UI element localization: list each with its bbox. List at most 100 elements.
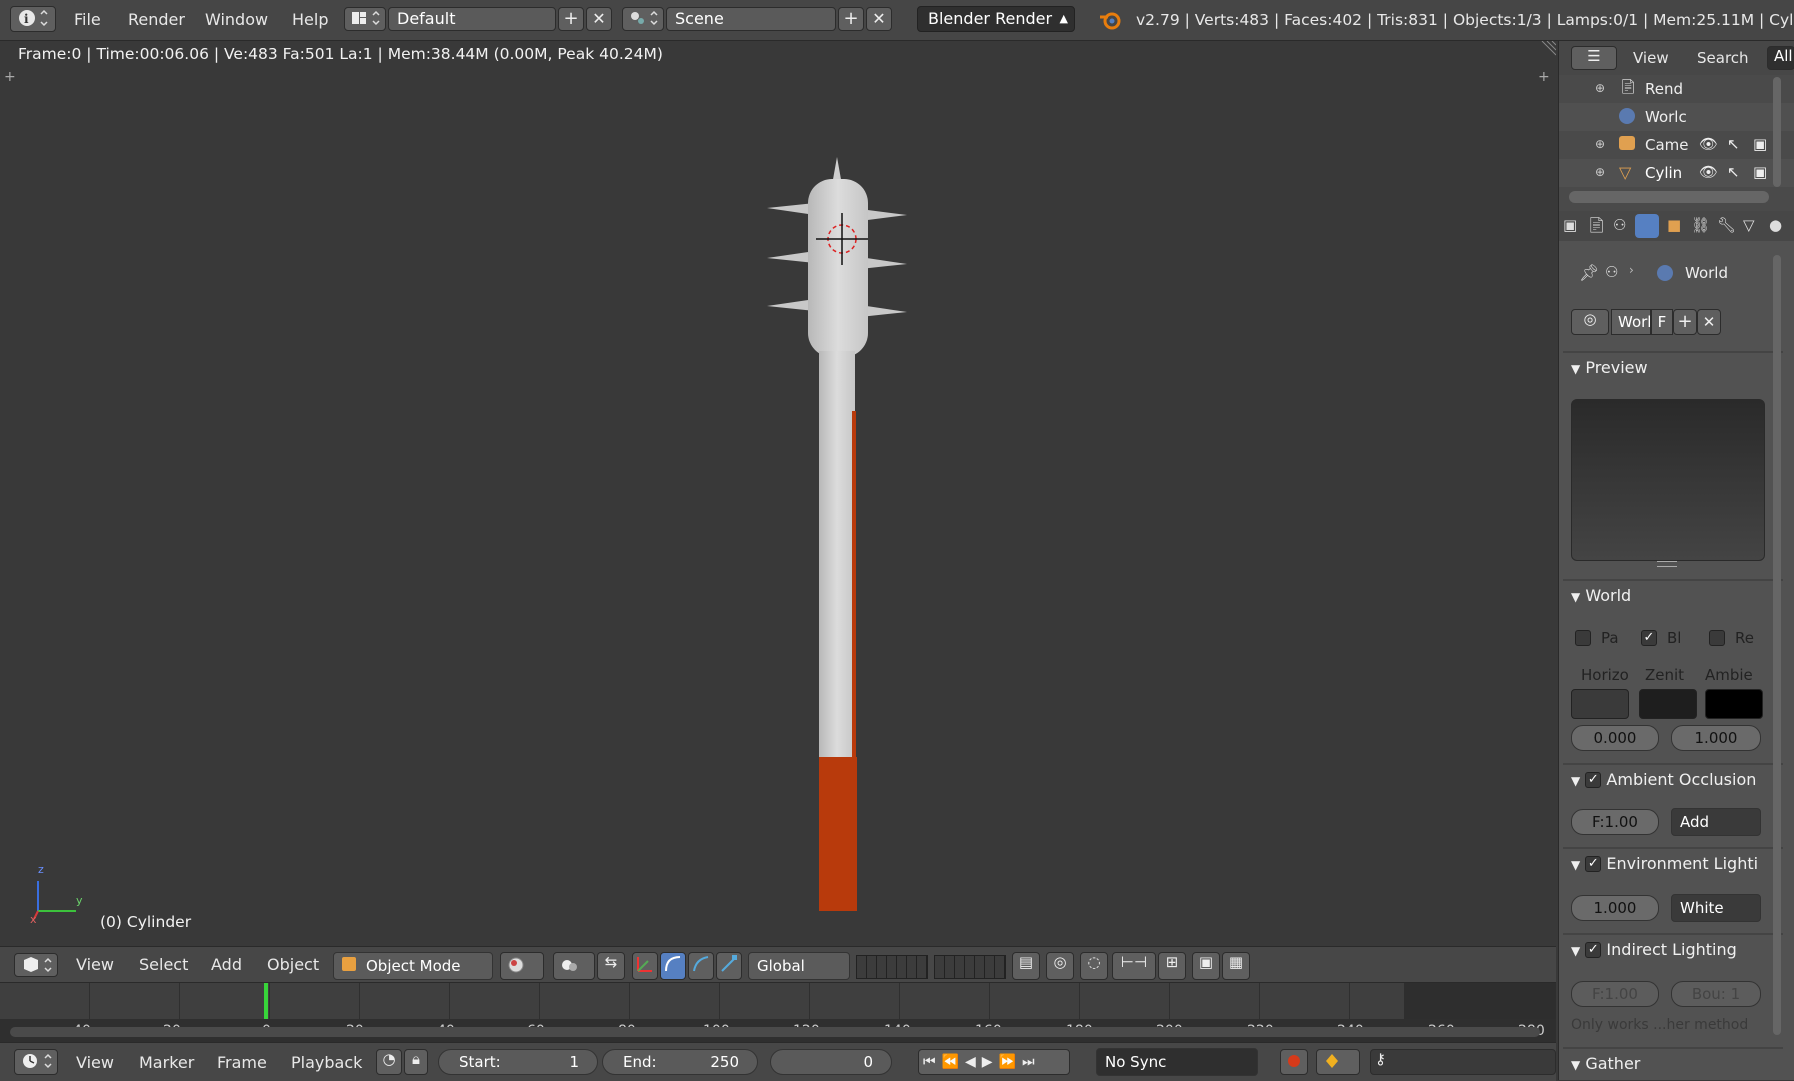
renderable-camera-icon[interactable]: ▣ xyxy=(1753,135,1767,153)
indirect-panel-header[interactable]: ▼ ✓ Indirect Lighting xyxy=(1571,935,1779,965)
close-scene-icon[interactable]: ✕ xyxy=(866,7,892,31)
add-screen-icon[interactable]: + xyxy=(558,7,584,31)
indirect-enable-checkbox[interactable]: ✓ xyxy=(1585,941,1602,958)
properties-editor[interactable]: ▣ 📄︎ ⚇ ■ ⛓︎ 🔧︎ ▽ ● 📌︎ ⚇ › World ◎ Worl F… xyxy=(1558,211,1794,1080)
unlink-world-icon[interactable]: ✕ xyxy=(1697,309,1721,335)
region-expand-right-icon[interactable]: + xyxy=(1538,69,1550,85)
keying-set-field[interactable]: ⚷ xyxy=(1370,1049,1556,1075)
preview-range-icon[interactable]: ◔ xyxy=(376,1049,402,1075)
snap-target-icon[interactable]: ⊞ xyxy=(1158,952,1186,980)
outliner-item-label[interactable]: Came xyxy=(1645,136,1689,154)
tab-scene-icon[interactable]: ⚇ xyxy=(1613,216,1626,234)
outliner-row[interactable]: ⊕ 📄︎ Rend xyxy=(1559,75,1794,103)
expand-icon[interactable]: ⊕ xyxy=(1595,137,1605,151)
outliner-filter-select[interactable]: All xyxy=(1767,46,1794,70)
scene-icon[interactable] xyxy=(622,7,664,31)
ao-panel-header[interactable]: ▼ ✓ Ambient Occlusion xyxy=(1571,765,1779,795)
selectable-arrow-icon[interactable]: ↖ xyxy=(1727,163,1740,181)
paper-sky-checkbox[interactable] xyxy=(1575,630,1591,646)
outliner-vscroll[interactable] xyxy=(1773,77,1781,187)
editor-type-timeline-icon[interactable] xyxy=(14,1049,58,1075)
scale-manipulator-icon[interactable] xyxy=(688,952,714,980)
preview-resize-handle[interactable] xyxy=(1657,561,1677,567)
visibility-eye-icon[interactable]: 👁︎ xyxy=(1699,135,1718,153)
screen-layout-field[interactable]: Default xyxy=(388,7,556,31)
scene-breadcrumb-icon[interactable]: ⚇ xyxy=(1605,263,1618,281)
ao-blend-select[interactable]: Add xyxy=(1671,808,1761,836)
env-energy-field[interactable]: 1.000 xyxy=(1571,895,1659,921)
outliner-row[interactable]: Worlc xyxy=(1559,103,1794,131)
vp-menu-object[interactable]: Object xyxy=(267,955,319,974)
outliner-menu-search[interactable]: Search xyxy=(1697,49,1749,67)
editor-type-info-icon[interactable]: i xyxy=(10,6,56,32)
ao-enable-checkbox[interactable]: ✓ xyxy=(1585,771,1602,788)
timeline-area[interactable]: -40 -20 0 20 40 60 80 100 120 140 160 18… xyxy=(0,982,1556,1043)
outliner-row[interactable]: ⊕ ▽ Cylin 👁︎ ↖ ▣ xyxy=(1559,159,1794,187)
close-screen-icon[interactable]: ✕ xyxy=(586,7,612,31)
lock-layers-icon[interactable]: ▤ xyxy=(1012,952,1040,980)
current-frame-marker[interactable] xyxy=(264,983,268,1019)
visibility-eye-icon[interactable]: 👁︎ xyxy=(1699,163,1718,181)
3d-cursor-icon[interactable] xyxy=(812,209,872,269)
layers-group-1[interactable] xyxy=(856,955,928,979)
snap-icon[interactable]: ◌ xyxy=(1080,952,1108,980)
vp-menu-select[interactable]: Select xyxy=(139,955,188,974)
manipulator-mode-icon[interactable] xyxy=(716,952,742,980)
ambient-color-swatch[interactable] xyxy=(1705,689,1763,719)
menu-render[interactable]: Render xyxy=(128,10,185,29)
start-frame-field[interactable]: Start: 1 xyxy=(438,1049,598,1075)
outliner-menu-view[interactable]: View xyxy=(1633,49,1669,67)
sync-mode-select[interactable]: No Sync xyxy=(1096,1048,1258,1076)
tl-menu-frame[interactable]: Frame xyxy=(217,1053,267,1072)
editor-type-3d-icon[interactable] xyxy=(14,953,58,977)
vp-menu-add[interactable]: Add xyxy=(211,955,242,974)
indirect-bounces-field[interactable]: Bou: 1 xyxy=(1671,981,1761,1007)
proportional-edit-icon[interactable]: ◎ xyxy=(1046,952,1074,980)
outliner-hscroll[interactable] xyxy=(1569,191,1769,203)
expand-icon[interactable]: ⊕ xyxy=(1595,81,1605,95)
current-frame-field[interactable]: 0 xyxy=(770,1049,892,1075)
object-mode-select[interactable]: Object Mode xyxy=(333,952,493,980)
outliner-item-label[interactable]: Cylin xyxy=(1645,164,1682,182)
preview-panel-header[interactable]: ▼ Preview xyxy=(1571,353,1779,383)
menu-window[interactable]: Window xyxy=(205,10,268,29)
tl-menu-view[interactable]: View xyxy=(76,1053,114,1072)
world-name-field[interactable]: Worl xyxy=(1611,309,1651,335)
translate-manipulator-icon[interactable] xyxy=(632,952,658,980)
rotate-manipulator-icon[interactable] xyxy=(660,952,686,980)
tab-material-icon[interactable]: ● xyxy=(1769,216,1782,234)
vp-menu-view[interactable]: View xyxy=(76,955,114,974)
properties-scrollbar[interactable] xyxy=(1773,255,1781,1035)
render-engine-select[interactable]: Blender Render ▲ xyxy=(917,6,1075,32)
pin-icon[interactable]: 📌︎ xyxy=(1579,263,1599,282)
zenith-color-swatch[interactable] xyxy=(1639,689,1697,719)
record-icon[interactable] xyxy=(1280,1049,1308,1075)
indirect-factor-field[interactable]: F:1.00 xyxy=(1571,981,1659,1007)
lock-icon[interactable]: 🔒︎ xyxy=(404,1049,428,1075)
world-browse-icon[interactable]: ◎ xyxy=(1571,309,1609,335)
tab-data-icon[interactable]: ▽ xyxy=(1743,216,1755,234)
end-frame-field[interactable]: End: 250 xyxy=(602,1049,758,1075)
render-animation-icon[interactable]: ▦ xyxy=(1222,952,1250,980)
editor-type-outliner-icon[interactable]: ☰ xyxy=(1571,46,1617,70)
tab-render-layers-icon[interactable]: 📄︎ xyxy=(1587,216,1606,234)
outliner[interactable]: ☰ View Search All ⊕ 📄︎ Rend Worlc ⊕ Came… xyxy=(1558,41,1794,211)
expand-icon[interactable]: ⊕ xyxy=(1595,165,1605,179)
layers-group-2[interactable] xyxy=(934,955,1006,979)
exposure-field[interactable]: 0.000 xyxy=(1571,725,1659,751)
range-field[interactable]: 1.000 xyxy=(1671,725,1761,751)
new-world-icon[interactable]: + xyxy=(1673,309,1697,335)
keying-set-icon[interactable] xyxy=(1316,1049,1360,1075)
tab-render-icon[interactable]: ▣ xyxy=(1563,216,1577,234)
env-enable-checkbox[interactable]: ✓ xyxy=(1585,855,1602,872)
region-expand-icon[interactable]: + xyxy=(4,69,16,85)
fake-user-button[interactable]: F xyxy=(1651,309,1673,335)
tab-constraints-icon[interactable]: ⛓︎ xyxy=(1691,216,1710,234)
selectable-arrow-icon[interactable]: ↖ xyxy=(1727,135,1740,153)
blend-sky-checkbox[interactable]: ✓ xyxy=(1641,630,1657,646)
tab-world-icon[interactable] xyxy=(1635,214,1659,238)
gather-panel-header[interactable]: ▼ Gather xyxy=(1571,1049,1779,1079)
real-sky-checkbox[interactable] xyxy=(1709,630,1725,646)
3d-viewport[interactable]: Frame:0 | Time:00:06.06 | Ve:483 Fa:501 … xyxy=(0,41,1556,946)
tl-menu-marker[interactable]: Marker xyxy=(139,1053,194,1072)
